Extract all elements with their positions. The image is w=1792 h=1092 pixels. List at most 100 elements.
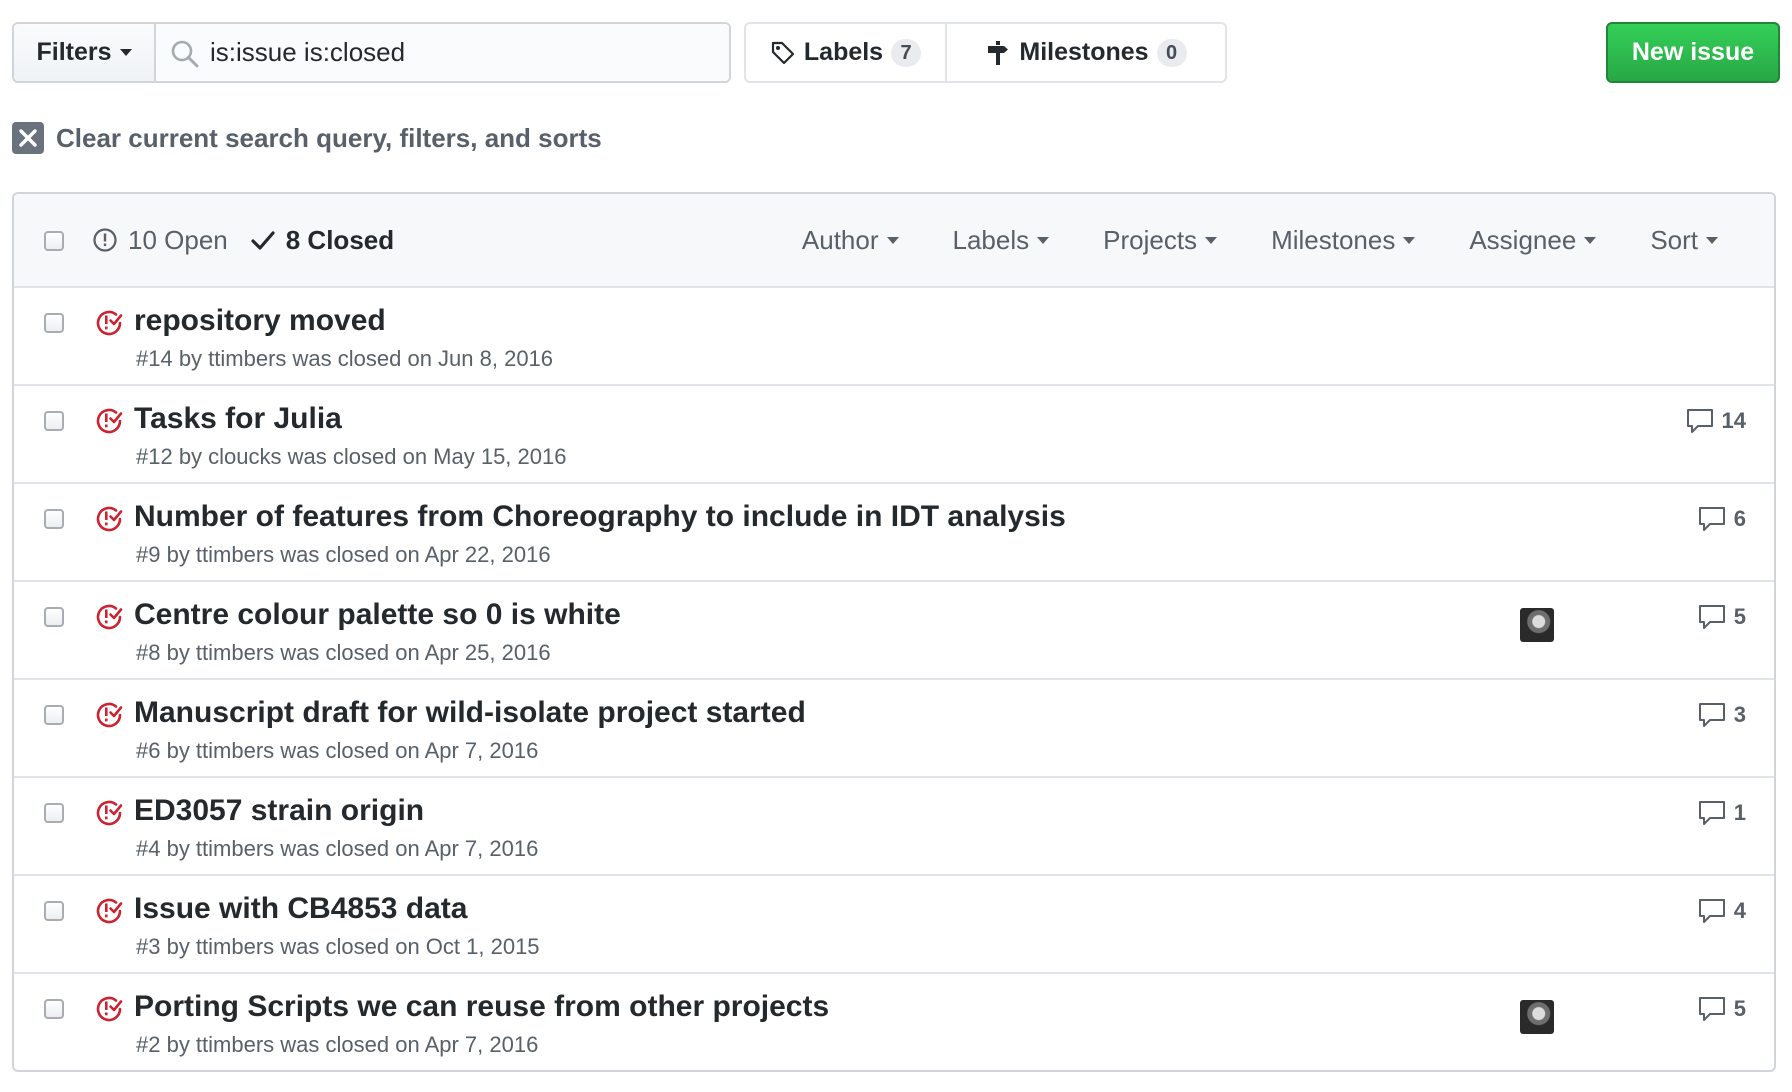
issue-meta: #6 by ttimbers was closed on Apr 7, 2016 — [136, 738, 539, 763]
issue-title-link[interactable]: ED3057 strain origin — [134, 794, 424, 828]
issue-title-link[interactable]: Number of features from Choreography to … — [134, 500, 1066, 534]
select-all-checkbox[interactable] — [44, 231, 64, 251]
assignee-filter[interactable]: Assignee — [1469, 224, 1597, 256]
comment-icon — [1698, 605, 1725, 629]
chevron-down-icon — [1205, 236, 1218, 244]
closed-issues-link[interactable]: 8 Closed — [250, 225, 394, 256]
chevron-down-icon — [119, 49, 132, 56]
close-icon — [12, 122, 44, 154]
labels-counter: 7 — [891, 38, 922, 67]
comments-link[interactable]: 3 — [1698, 702, 1746, 728]
issue-closed-icon — [96, 898, 123, 924]
issue-meta: #2 by ttimbers was closed on Apr 7, 2016 — [136, 1032, 539, 1057]
issue-closed-icon — [96, 604, 123, 630]
assignee-avatar[interactable] — [1520, 1000, 1554, 1034]
new-issue-button[interactable]: New issue — [1606, 22, 1780, 83]
issue-closed-icon — [96, 800, 123, 826]
issue-row: Centre colour palette so 0 is white #8 b… — [14, 582, 1774, 680]
projects-filter-label: Projects — [1103, 224, 1198, 255]
author-filter[interactable]: Author — [802, 225, 899, 256]
issue-meta: #4 by ttimbers was closed on Apr 7, 2016 — [136, 836, 539, 861]
comment-icon — [1698, 801, 1725, 825]
issue-checkbox[interactable] — [44, 607, 64, 627]
search-input[interactable] — [156, 24, 729, 81]
issue-checkbox[interactable] — [44, 705, 64, 725]
labels-label: Labels — [803, 38, 884, 66]
comments-link[interactable]: 5 — [1698, 604, 1746, 630]
issues-header: 10 Open 8 Closed Author Labels Projects … — [14, 194, 1774, 288]
comment-count: 14 — [1721, 408, 1746, 433]
issue-title-link[interactable]: repository moved — [134, 304, 386, 338]
assignee-avatar[interactable] — [1520, 608, 1554, 642]
open-issues-link[interactable]: 10 Open — [92, 225, 228, 256]
sort-filter[interactable]: Sort — [1650, 225, 1718, 256]
projects-filter[interactable]: Projects — [1103, 224, 1218, 256]
issue-opened-icon — [93, 228, 117, 252]
comments-link[interactable]: 6 — [1698, 506, 1746, 532]
issues-page: Filters Labels 7 — [0, 0, 1792, 1092]
milestones-filter-label: Milestones — [1271, 224, 1396, 255]
issue-row: Manuscript draft for wild-isolate projec… — [14, 680, 1774, 778]
issue-title-link[interactable]: Porting Scripts we can reuse from other … — [134, 990, 829, 1024]
issue-checkbox[interactable] — [44, 999, 64, 1019]
comment-count: 4 — [1733, 898, 1746, 923]
issue-row: Number of features from Choreography to … — [14, 484, 1774, 582]
clear-filters-link[interactable]: Clear current search query, filters, and… — [12, 122, 602, 154]
milestones-link[interactable]: Milestones 0 — [947, 24, 1225, 81]
issue-closed-icon — [96, 408, 123, 434]
chevron-down-icon — [1403, 236, 1416, 244]
filters-button[interactable]: Filters — [14, 24, 156, 81]
comment-icon — [1698, 997, 1725, 1021]
issue-title-link[interactable]: Tasks for Julia — [134, 402, 342, 436]
comment-count: 3 — [1733, 702, 1746, 727]
chevron-down-icon — [1037, 236, 1050, 244]
labels-filter-label: Labels — [952, 224, 1030, 255]
comment-icon — [1686, 409, 1713, 433]
issue-title-link[interactable]: Centre colour palette so 0 is white — [134, 598, 621, 632]
comment-count: 5 — [1733, 996, 1746, 1021]
issue-closed-icon — [96, 702, 123, 728]
issue-checkbox[interactable] — [44, 803, 64, 823]
sort-filter-label: Sort — [1650, 224, 1698, 255]
issue-title-link[interactable]: Issue with CB4853 data — [134, 892, 467, 926]
comment-icon — [1698, 507, 1725, 531]
issue-checkbox[interactable] — [44, 411, 64, 431]
issue-row: ED3057 strain origin #4 by ttimbers was … — [14, 778, 1774, 876]
search-wrapper — [156, 24, 729, 81]
comments-link[interactable]: 14 — [1686, 408, 1746, 434]
issue-meta: #8 by ttimbers was closed on Apr 25, 201… — [136, 640, 551, 665]
issue-states: 10 Open 8 Closed — [92, 194, 394, 286]
milestones-filter[interactable]: Milestones — [1271, 224, 1416, 256]
issue-meta: #3 by ttimbers was closed on Oct 1, 2015 — [136, 934, 540, 959]
comments-link[interactable]: 1 — [1698, 800, 1746, 826]
chevron-down-icon — [1706, 236, 1718, 244]
header-filters: Author Labels Projects Milestones Assign… — [802, 194, 1774, 286]
clear-filters-label: Clear current search query, filters, and… — [56, 122, 602, 153]
assignee-filter-label: Assignee — [1469, 224, 1577, 255]
issue-row: Tasks for Julia #12 by cloucks was close… — [14, 386, 1774, 484]
labels-filter[interactable]: Labels — [953, 225, 1050, 256]
issue-checkbox[interactable] — [44, 901, 64, 921]
subnav: Filters Labels 7 — [12, 22, 1780, 83]
labels-link[interactable]: Labels 7 — [746, 24, 947, 81]
comments-link[interactable]: 4 — [1698, 898, 1746, 924]
search-icon — [171, 40, 199, 68]
issue-row: Issue with CB4853 data #3 by ttimbers wa… — [14, 876, 1774, 974]
comments-link[interactable]: 5 — [1698, 996, 1746, 1022]
issue-meta: #9 by ttimbers was closed on Apr 22, 201… — [136, 542, 551, 567]
author-filter-label: Author — [801, 224, 879, 255]
issue-title-link[interactable]: Manuscript draft for wild-isolate projec… — [134, 696, 806, 730]
issue-meta: #12 by cloucks was closed on May 15, 201… — [136, 444, 567, 469]
milestones-counter: 0 — [1156, 38, 1187, 67]
filters-label: Filters — [36, 38, 112, 66]
issue-checkbox[interactable] — [44, 313, 64, 333]
comment-count: 1 — [1733, 800, 1746, 825]
chevron-down-icon — [886, 236, 899, 244]
issue-checkbox[interactable] — [44, 509, 64, 529]
filter-group: Filters — [12, 22, 731, 83]
issue-closed-icon — [96, 506, 123, 532]
comment-icon — [1698, 703, 1725, 727]
tag-icon — [771, 41, 794, 64]
open-issues-label: 10 Open — [128, 224, 228, 255]
issue-row: Porting Scripts we can reuse from other … — [14, 974, 1774, 1070]
